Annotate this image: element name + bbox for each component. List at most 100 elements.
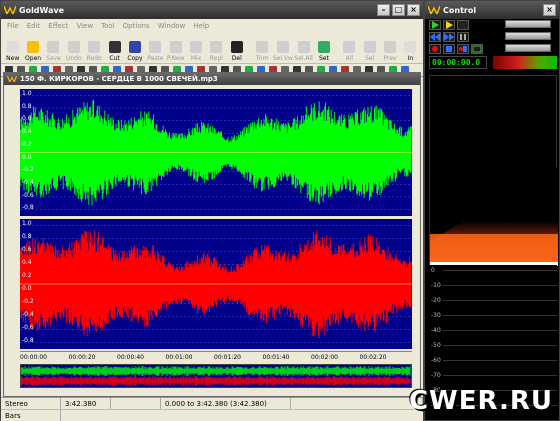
toolbar-in-button[interactable]: In xyxy=(401,34,420,62)
amplitude-label: -0.8 xyxy=(22,337,34,344)
toolbar-icon xyxy=(67,41,80,53)
toolbar-open-button[interactable]: Open xyxy=(23,34,42,62)
toolbar-trim-button[interactable]: Trim xyxy=(253,34,272,62)
toolbar-sel-button[interactable]: Sel xyxy=(360,34,379,62)
menu-edit[interactable]: Edit xyxy=(23,22,45,30)
amplitude-label: 1.0 xyxy=(22,90,32,97)
toolbar-icon xyxy=(108,41,121,53)
toolbar-icon xyxy=(128,41,141,53)
menu-tool[interactable]: Tool xyxy=(97,22,119,30)
toolbar-icon xyxy=(27,41,40,53)
toolbar-icon xyxy=(169,41,182,53)
meter-gridline xyxy=(443,345,557,346)
left-channel-waveform[interactable] xyxy=(20,89,412,216)
meter-gridline xyxy=(443,270,557,271)
menu-file[interactable]: File xyxy=(3,22,23,30)
amplitude-label: -0.6 xyxy=(22,324,34,331)
properties-button[interactable] xyxy=(471,44,483,54)
meter-gridline xyxy=(443,285,557,286)
maximize-button[interactable]: □ xyxy=(392,4,405,16)
menu-effect[interactable]: Effect xyxy=(44,22,72,30)
toolbar-label: Prev xyxy=(383,55,397,62)
toolbar-label: Del xyxy=(231,55,242,62)
meter-scale-label: -20 xyxy=(431,297,441,304)
toolbar-mix-button[interactable]: Mix xyxy=(186,34,205,62)
speed-slider[interactable] xyxy=(505,44,551,52)
stop-button[interactable] xyxy=(443,44,455,54)
right-channel-waveform[interactable] xyxy=(20,219,412,349)
toolbar-paste-button[interactable]: Paste xyxy=(146,34,165,62)
stop-top-button[interactable] xyxy=(457,20,469,30)
toolbar-label: New xyxy=(6,55,20,62)
toolbar-label: Sel xyxy=(365,55,375,62)
menu-view[interactable]: View xyxy=(72,22,97,30)
toolbar-sel-vw-button[interactable]: Sel.Vw xyxy=(273,34,293,62)
timeline-tick: 00:02:20 xyxy=(359,354,387,361)
pause-button[interactable] xyxy=(457,32,469,42)
toolbar-label: Sel.All xyxy=(294,55,313,62)
status-bar-2: Bars xyxy=(1,409,423,421)
fast-forward-button[interactable] xyxy=(443,32,455,42)
peak-meter xyxy=(429,75,558,266)
toolbar-undo-button[interactable]: Undo xyxy=(64,34,83,62)
toolbar-label: All xyxy=(345,55,354,62)
toolbar-p-new-button[interactable]: P.New xyxy=(166,34,185,62)
play-selection-button[interactable] xyxy=(443,20,455,30)
toolbar-cut-button[interactable]: Cut xyxy=(105,34,124,62)
status-channels: Stereo xyxy=(1,398,61,409)
time-ruler[interactable]: 00:00:00 00:00:20 00:00:40 00:01:00 00:01:20… xyxy=(20,351,412,363)
toolbar-icon xyxy=(190,41,203,53)
toolbar-save-button[interactable]: Save xyxy=(44,34,63,62)
meter-scale-label: -30 xyxy=(431,312,441,319)
toolbar-redo-button[interactable]: Redo xyxy=(85,34,104,62)
timeline-tick: 00:00:40 xyxy=(117,354,144,361)
main-titlebar: GoldWave – □ × xyxy=(1,1,423,19)
meter-gridline xyxy=(443,300,557,301)
control-window: Control × 00:00:00.0 0 -10 -20 -30 -40 -… xyxy=(409,0,560,421)
toolbar-label: Cut xyxy=(109,55,120,62)
record-mode-button[interactable] xyxy=(457,44,469,54)
toolbar-label: Redo xyxy=(86,55,102,62)
toolbar-icon xyxy=(149,41,162,53)
waveform-svg xyxy=(20,225,412,343)
toolbar-prev-button[interactable]: Prev xyxy=(380,34,399,62)
toolbar-icon xyxy=(47,41,60,53)
minimize-button[interactable]: – xyxy=(377,4,390,16)
balance-slider[interactable] xyxy=(505,32,551,40)
timeline-tick: 00:01:40 xyxy=(262,354,290,361)
document-title: 150 Ф. КИРКОРОВ - СЕРДЦЕ В 1000 СВЕЧЕЙ.m… xyxy=(20,75,218,83)
meter-scale-label: -10 xyxy=(431,282,441,289)
toolbar-del-button[interactable]: Del xyxy=(227,34,246,62)
play-button[interactable] xyxy=(429,20,441,30)
toolbar-label: Undo xyxy=(65,55,82,62)
overview-bar[interactable] xyxy=(20,364,412,388)
toolbar-all-button[interactable]: All xyxy=(340,34,359,62)
control-close-button[interactable]: × xyxy=(543,4,556,16)
toolbar-label: In xyxy=(407,55,414,62)
menu-options[interactable]: Options xyxy=(119,22,154,30)
menu-help[interactable]: Help xyxy=(189,22,213,30)
toolbar-label: Copy xyxy=(127,55,143,62)
menu-window[interactable]: Window xyxy=(154,22,190,30)
record-button[interactable] xyxy=(429,44,441,54)
meter-scale-label: -70 xyxy=(431,372,441,379)
toolbar-copy-button[interactable]: Copy xyxy=(125,34,144,62)
goldwave-logo-icon xyxy=(428,6,440,14)
amplitude-label: 0.6 xyxy=(22,115,32,123)
toolbar-sel-all-button[interactable]: Sel.All xyxy=(294,34,313,62)
toolbar-icon xyxy=(297,41,310,53)
document-window: 150 Ф. КИРКОРОВ - СЕРДЦЕ В 1000 СВЕЧЕЙ.m… xyxy=(3,72,421,397)
close-button[interactable]: × xyxy=(407,4,420,16)
timeline-tick: 00:01:20 xyxy=(214,354,241,361)
toolbar-set-button[interactable]: Set xyxy=(314,34,333,62)
toolbar-label: Set xyxy=(319,55,329,62)
toolbar-repl-button[interactable]: Repl xyxy=(207,34,226,62)
meter-scale-label: -50 xyxy=(431,342,441,349)
volume-slider[interactable] xyxy=(505,20,551,28)
toolbar-label: P.New xyxy=(166,55,185,62)
rewind-button[interactable] xyxy=(429,32,441,42)
timeline-tick: 00:00:20 xyxy=(68,354,96,361)
status-mode: Bars xyxy=(1,410,61,421)
toolbar-new-button[interactable]: New xyxy=(3,34,22,62)
toolbar-icon xyxy=(276,41,289,53)
